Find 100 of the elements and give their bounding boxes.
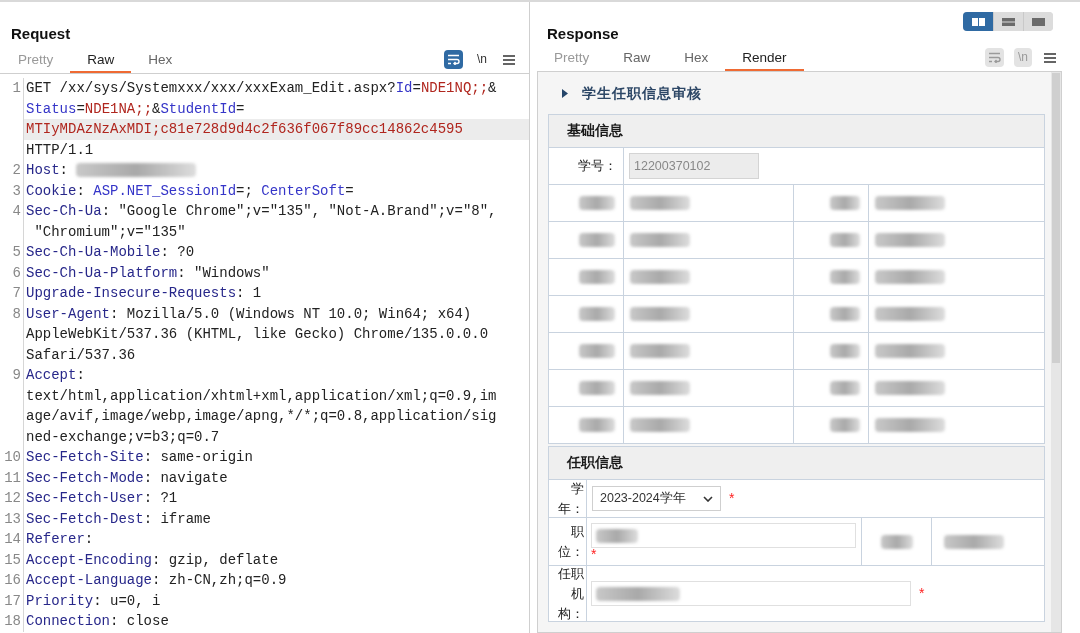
code-text: Id bbox=[395, 80, 413, 96]
redaction-mark bbox=[630, 233, 690, 247]
code-text: : "Windows" bbox=[177, 264, 270, 281]
layout-toggle-button[interactable] bbox=[1023, 12, 1053, 31]
redaction-mark bbox=[875, 196, 945, 210]
wrap-lines-button[interactable] bbox=[444, 50, 463, 69]
code-text: StudentId bbox=[160, 100, 237, 117]
code-text: Connection bbox=[26, 613, 110, 629]
code-text: Safari/537.36 bbox=[26, 346, 136, 363]
code-text: : iframe bbox=[143, 510, 211, 527]
code-text: = bbox=[236, 100, 245, 117]
code-text: Priority bbox=[26, 592, 94, 609]
line-number: 9 bbox=[12, 367, 21, 383]
chevron-down-icon bbox=[703, 495, 713, 502]
code-text: =; bbox=[236, 182, 254, 199]
code-text: Sec-Fetch-Mode bbox=[26, 469, 144, 486]
code-text: Sec-Fetch-User bbox=[26, 490, 144, 506]
code-text: Accept-Language bbox=[26, 572, 153, 588]
code-text: HTTP/1.1 bbox=[26, 141, 94, 158]
code-text: User-Agent bbox=[26, 305, 110, 322]
code-text: Cookie bbox=[26, 182, 77, 199]
view-tab[interactable]: Raw bbox=[70, 49, 132, 73]
field-label: 职位： bbox=[557, 522, 584, 561]
code-text: : zh-CN,zh;q=0.9 bbox=[152, 572, 287, 588]
year-select[interactable]: 2023-2024学年 bbox=[592, 486, 721, 511]
code-text: text/html,application/xhtml+xml,application/xml;q=0.9,im bbox=[26, 387, 497, 404]
line-number: 12 bbox=[4, 490, 21, 506]
line-number: 15 bbox=[4, 551, 21, 568]
redaction-mark bbox=[830, 270, 860, 284]
line-number: 14 bbox=[4, 531, 21, 547]
code-text: : ?1 bbox=[143, 490, 178, 506]
line-number: 5 bbox=[12, 244, 21, 260]
code-text: MTIyMDAzNzAxMDI;c81e728d9d4c2f636f067f89cc14862c4595 bbox=[26, 121, 463, 137]
code-text: : ?0 bbox=[160, 244, 195, 260]
field-label: 学年： bbox=[557, 479, 584, 518]
redaction-mark bbox=[830, 196, 860, 210]
position-field[interactable] bbox=[591, 523, 856, 548]
line-number: 18 bbox=[4, 613, 21, 629]
line-number: 11 bbox=[4, 469, 21, 486]
line-number: 17 bbox=[4, 592, 21, 609]
caret-right-icon bbox=[562, 88, 568, 98]
code-text: Sec-Ch-Ua-Platform bbox=[26, 264, 178, 281]
layout-icon bbox=[1032, 17, 1045, 26]
code-text: Accept-Encoding bbox=[26, 551, 153, 568]
line-number: 4 bbox=[12, 203, 21, 219]
section-title: 任职信息 bbox=[567, 453, 623, 472]
line-number: 13 bbox=[4, 510, 21, 527]
code-text: Accept bbox=[26, 367, 77, 383]
redaction-mark bbox=[944, 534, 1004, 549]
view-tab[interactable]: Hex bbox=[667, 47, 726, 71]
redaction-mark bbox=[830, 418, 860, 432]
wrap-icon bbox=[988, 52, 1001, 63]
redaction-mark bbox=[875, 344, 945, 358]
code-text: ASP.NET_SessionId bbox=[93, 182, 237, 199]
code-text: : same-origin bbox=[143, 449, 253, 465]
wrap-icon bbox=[447, 54, 460, 65]
line-number: 16 bbox=[4, 572, 21, 588]
pane-title: Response bbox=[546, 24, 619, 44]
code-text: Sec-Ch-Ua-Mobile bbox=[26, 244, 161, 260]
organization-field[interactable] bbox=[591, 581, 911, 606]
code-text: ned-exchange;v=b3;q=0.7 bbox=[26, 428, 220, 445]
newline-button[interactable]: \n bbox=[473, 50, 491, 69]
redaction-mark bbox=[579, 233, 615, 247]
redaction-mark bbox=[579, 418, 615, 432]
redaction-mark bbox=[875, 233, 945, 247]
redaction-mark bbox=[579, 344, 615, 358]
section-title: 基础信息 bbox=[567, 121, 623, 140]
code-text: NDE1NA;; bbox=[84, 100, 153, 117]
redaction-mark bbox=[830, 344, 860, 358]
code-text: Referer bbox=[26, 531, 85, 547]
required-mark: * bbox=[919, 584, 925, 603]
line-number: 10 bbox=[4, 449, 21, 465]
code-text: GET /xx/sys/Systemxxx/xxx/xxxExam_Edit.aspx? bbox=[26, 80, 396, 96]
scrollbar[interactable] bbox=[1051, 72, 1061, 632]
code-text: Sec-Fetch-Dest bbox=[26, 510, 144, 527]
code-text: AppleWebKit/537.36 (KHTML, like Gecko) Chrome/135.0.0.0 bbox=[26, 326, 489, 342]
line-number: 7 bbox=[12, 285, 21, 301]
layout-icon bbox=[971, 17, 985, 26]
redaction-mark bbox=[630, 270, 690, 284]
code-text: : gzip, deflate bbox=[152, 551, 279, 568]
redaction-mark bbox=[579, 270, 615, 284]
code-text: NDE1NQ;; bbox=[420, 80, 489, 96]
redaction-mark bbox=[830, 307, 860, 321]
code-text: "Chromium";v="135" bbox=[33, 223, 186, 240]
code-text: : bbox=[76, 182, 86, 199]
layout-toggle-button[interactable] bbox=[963, 12, 993, 31]
field-label: 学号： bbox=[578, 157, 617, 176]
line-number: 6 bbox=[12, 264, 21, 281]
line-number: 1 bbox=[12, 80, 21, 96]
code-text: Host bbox=[26, 162, 60, 178]
view-tab[interactable]: Raw bbox=[606, 47, 668, 71]
redaction-mark bbox=[579, 381, 615, 395]
redaction-mark bbox=[830, 233, 860, 247]
code-text: : bbox=[84, 531, 94, 547]
layout-icon bbox=[1002, 17, 1015, 26]
code-text: = bbox=[76, 100, 85, 117]
code-text: & bbox=[152, 100, 161, 117]
redaction-mark bbox=[830, 381, 860, 395]
view-tab[interactable]: Hex bbox=[131, 49, 190, 73]
redaction-mark bbox=[875, 418, 945, 432]
